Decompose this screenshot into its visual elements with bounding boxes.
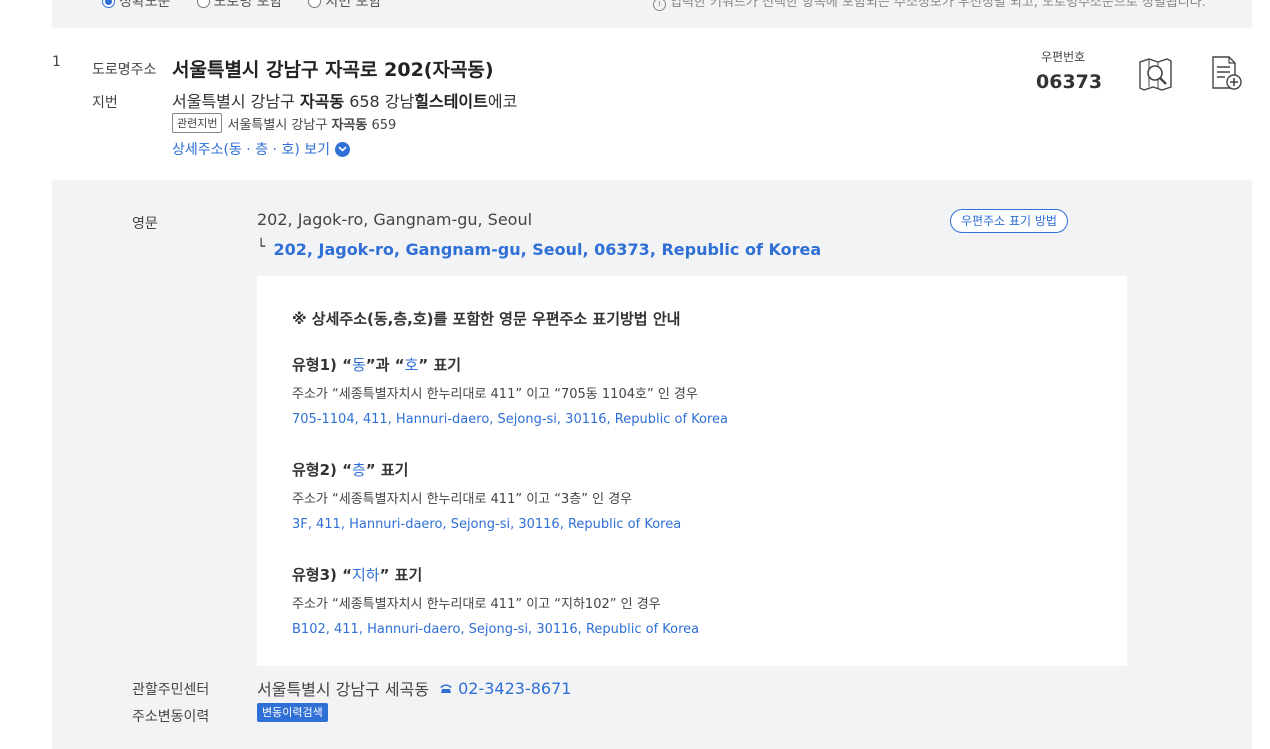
- type-title-part: 유형1) “: [292, 356, 352, 374]
- related-part-bold: 자곡동: [331, 117, 368, 133]
- document-add-icon[interactable]: [1210, 56, 1246, 92]
- guide-type-1: 유형1) “동”과 “호” 표기 주소가 “세종특별자치시 한누리대로 411”…: [292, 354, 728, 427]
- type-title: 유형2) “층” 표기: [292, 459, 681, 480]
- address-history-search-button[interactable]: 변동이력검색: [257, 703, 328, 722]
- related-jibun: 관련지번 서울특별시 강남구 자곡동 659: [172, 113, 396, 133]
- result-index: 1: [52, 54, 61, 70]
- english-full-text: 202, Jagok-ro, Gangnam-gu, Seoul, 06373,…: [273, 240, 822, 259]
- related-part: 659: [367, 117, 397, 133]
- related-part: 서울특별시 강남구: [227, 117, 332, 133]
- type-title-part: ” 표기: [379, 566, 423, 584]
- jibun-address: 서울특별시 강남구 자곡동 658 강남힐스테이트에코: [172, 88, 517, 112]
- postal-code-label: 우편번호: [1041, 50, 1086, 64]
- type-example: 3F, 411, Hannuri-daero, Sejong-si, 30116…: [292, 517, 682, 532]
- radio-label: 정확도순: [119, 0, 171, 10]
- type-title-part: ”과 “: [365, 356, 405, 374]
- jibun-part-bold: 힐스테이트: [414, 92, 488, 111]
- related-jibun-address: 서울특별시 강남구 자곡동 659: [227, 114, 396, 133]
- guide-title: ※ 상세주소(동,층,호)를 포함한 영문 우편주소 표기방법 안내: [292, 310, 681, 328]
- community-center-label: 관할주민센터: [132, 682, 210, 698]
- radio-dot[interactable]: [196, 0, 210, 8]
- type-description: 주소가 “세종특별자치시 한누리대로 411” 이고 “3층” 인 경우: [292, 492, 633, 507]
- radio-accuracy[interactable]: 정확도순: [102, 0, 171, 11]
- type-description: 주소가 “세종특별자치시 한누리대로 411” 이고 “지하102” 인 경우: [292, 597, 661, 612]
- jibun-part: 658 강남: [344, 92, 415, 111]
- radio-label: 도로명 포함: [213, 0, 283, 10]
- detail-panel: 영문 202, Jagok-ro, Gangnam-gu, Seoul └ 20…: [52, 180, 1252, 749]
- road-address: 서울특별시 강남구 자곡로 202(자곡동): [172, 59, 494, 81]
- sort-radio-group: 정확도순 도로명 포함 지번 포함: [102, 0, 381, 11]
- english-label: 영문: [132, 216, 158, 232]
- type-title-part: 유형3) “: [292, 566, 352, 584]
- radio-jibun[interactable]: 지번 포함: [308, 0, 381, 11]
- radio-label: 지번 포함: [325, 0, 382, 10]
- type-title-part: ” 표기: [365, 461, 409, 479]
- radio-dot[interactable]: [102, 0, 115, 8]
- type-title-part: ” 표기: [418, 356, 462, 374]
- type-description: 주소가 “세종특별자치시 한누리대로 411” 이고 “705동 1104호” …: [292, 387, 698, 402]
- type-title: 유형3) “지하” 표기: [292, 564, 699, 585]
- radio-dot[interactable]: [308, 0, 322, 8]
- community-center-value: 서울특별시 강남구 세곡동 02-3423-8671: [257, 676, 571, 700]
- english-address-guide: ※ 상세주소(동,층,호)를 포함한 영문 우편주소 표기방법 안내 유형1) …: [257, 276, 1127, 666]
- jibun-label: 지번: [92, 95, 118, 111]
- address-history-label: 주소변동이력: [132, 709, 210, 725]
- corner-icon: └: [257, 239, 266, 255]
- type-example: B102, 411, Hannuri-daero, Sejong-si, 301…: [292, 622, 700, 637]
- info-icon: i: [653, 0, 666, 11]
- jibun-part: 서울특별시 강남구: [172, 92, 300, 111]
- sort-hint-text: 입력한 키워드가 선택한 항목에 포함되는 주소정보가 우선정렬 되고, 도로명…: [670, 0, 1206, 10]
- community-center-phone[interactable]: 02-3423-8671: [439, 679, 571, 698]
- sort-hint: i 입력한 키워드가 선택한 항목에 포함되는 주소정보가 우선정렬 되고, 도로…: [653, 0, 1206, 11]
- radio-road[interactable]: 도로명 포함: [196, 0, 283, 11]
- type-title: 유형1) “동”과 “호” 표기: [292, 354, 728, 375]
- postal-code: 06373: [1036, 71, 1103, 93]
- guide-type-2: 유형2) “층” 표기 주소가 “세종특별자치시 한누리대로 411” 이고 “…: [292, 459, 681, 532]
- detail-address-label: 상세주소(동 · 층 · 호) 보기: [172, 142, 330, 158]
- postal-format-guide-button[interactable]: 우편주소 표기 방법: [950, 209, 1068, 233]
- search-filter-bar: 정확도순 도로명 포함 지번 포함 i 입력한 키워드가 선택한 항목에 포함되는…: [52, 0, 1252, 28]
- road-address-label: 도로명주소: [92, 62, 157, 78]
- type-title-highlight: 지하: [351, 566, 380, 584]
- jibun-part-bold: 자곡동: [299, 92, 345, 111]
- related-jibun-tag: 관련지번: [172, 113, 223, 133]
- detail-address-toggle[interactable]: 상세주소(동 · 층 · 호) 보기: [172, 139, 350, 159]
- map-icon[interactable]: [1138, 56, 1174, 92]
- type-title-part: 유형2) “: [292, 461, 352, 479]
- english-address: 202, Jagok-ro, Gangnam-gu, Seoul: [257, 210, 533, 229]
- community-center-name: 서울특별시 강남구 세곡동: [257, 680, 430, 699]
- phone-number: 02-3423-8671: [458, 678, 572, 698]
- phone-icon: [439, 679, 453, 698]
- type-title-highlight: 동: [351, 356, 366, 374]
- type-example: 705-1104, 411, Hannuri-daero, Sejong-si,…: [292, 412, 729, 427]
- type-title-highlight: 호: [404, 356, 419, 374]
- chevron-down-icon: [335, 141, 350, 157]
- type-title-highlight: 층: [351, 461, 366, 479]
- jibun-part: 에코: [487, 92, 518, 111]
- guide-type-3: 유형3) “지하” 표기 주소가 “세종특별자치시 한누리대로 411” 이고 …: [292, 564, 699, 637]
- english-full-address: └ 202, Jagok-ro, Gangnam-gu, Seoul, 0637…: [257, 240, 821, 259]
